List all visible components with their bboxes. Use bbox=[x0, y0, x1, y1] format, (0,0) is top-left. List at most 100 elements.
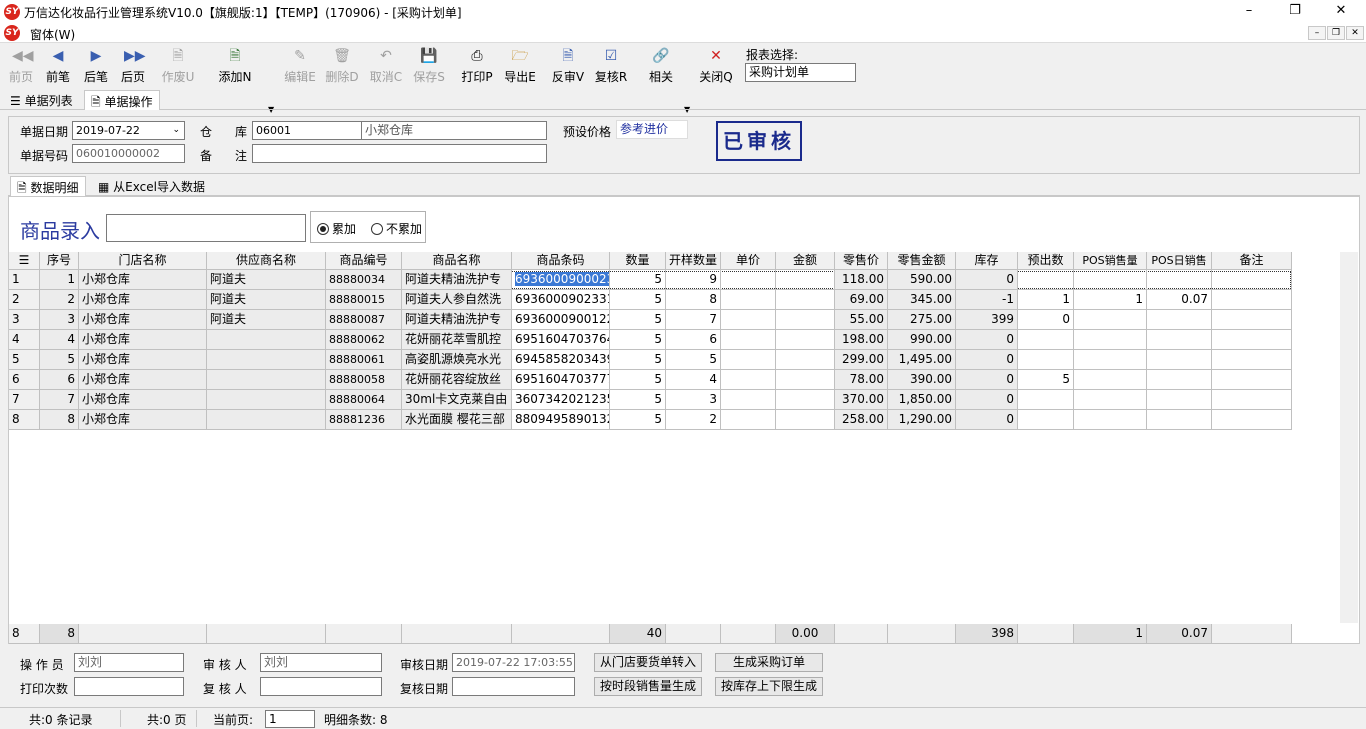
generate-by-stock-button[interactable]: 按库存上下限生成 bbox=[715, 677, 823, 696]
mdi-restore-icon[interactable]: ❐ bbox=[1327, 26, 1345, 40]
report-select[interactable]: 采购计划单 bbox=[745, 63, 856, 82]
cell-price[interactable] bbox=[721, 370, 776, 390]
cell-stock[interactable]: 0 bbox=[956, 330, 1018, 350]
cell-supplier[interactable] bbox=[207, 410, 326, 430]
cell-barcode[interactable]: 6951604703764 bbox=[512, 330, 610, 350]
cell-code[interactable]: 88880062 bbox=[326, 330, 402, 350]
cell-pos-day[interactable] bbox=[1147, 310, 1212, 330]
cell-price[interactable] bbox=[721, 390, 776, 410]
column-header[interactable]: 商品编号 bbox=[326, 252, 402, 270]
cell-name[interactable]: 阿道夫精油洗护专 bbox=[402, 310, 512, 330]
cell-barcode[interactable]: 3607342021235 bbox=[512, 390, 610, 410]
cell-pos-day[interactable]: 0.07 bbox=[1147, 290, 1212, 310]
cell-price[interactable] bbox=[721, 330, 776, 350]
void-button[interactable]: 🗎 作废U bbox=[160, 47, 196, 87]
column-header[interactable]: 库存 bbox=[956, 252, 1018, 270]
note-field[interactable] bbox=[252, 144, 547, 163]
cell-amount[interactable] bbox=[776, 350, 835, 370]
column-header[interactable]: 商品名称 bbox=[402, 252, 512, 270]
cell-sample[interactable]: 6 bbox=[666, 330, 721, 350]
table-row[interactable]: 2 2 小郑仓库 阿道夫 88880015 阿道夫人参自然洗 6936000902331 5 8… bbox=[9, 290, 1292, 310]
cell-qty[interactable]: 5 bbox=[610, 270, 666, 290]
column-header[interactable]: 商品条码 bbox=[512, 252, 610, 270]
cell-stock[interactable]: 0 bbox=[956, 350, 1018, 370]
column-header[interactable]: 单价 bbox=[721, 252, 776, 270]
cell-store[interactable]: 小郑仓库 bbox=[79, 330, 207, 350]
cell-seq[interactable]: 8 bbox=[40, 410, 79, 430]
audit-date-field[interactable]: 2019-07-22 17:03:55 bbox=[452, 653, 575, 672]
table-row[interactable]: 1 1 小郑仓库 阿道夫 88880034 阿道夫精油洗护专 6936000900023 5 9… bbox=[9, 270, 1292, 290]
cell-store[interactable]: 小郑仓库 bbox=[79, 310, 207, 330]
cell-retail[interactable]: 55.00 bbox=[835, 310, 888, 330]
cell-note[interactable] bbox=[1212, 370, 1292, 390]
cell-pos-day[interactable] bbox=[1147, 330, 1212, 350]
cell-qty[interactable]: 5 bbox=[610, 330, 666, 350]
cell-retail-amt[interactable]: 390.00 bbox=[888, 370, 956, 390]
cell-amount[interactable] bbox=[776, 330, 835, 350]
column-header[interactable]: 预出数 bbox=[1018, 252, 1074, 270]
save-button[interactable]: 💾 保存S bbox=[411, 47, 447, 87]
cell-pos-day[interactable] bbox=[1147, 350, 1212, 370]
cell-retail[interactable]: 78.00 bbox=[835, 370, 888, 390]
cell-sample[interactable]: 4 bbox=[666, 370, 721, 390]
cell-qty[interactable]: 5 bbox=[610, 370, 666, 390]
delete-button[interactable]: 🗑 删除D bbox=[324, 47, 360, 87]
preset-price-field[interactable]: 参考进价 bbox=[616, 120, 688, 139]
cell-pre[interactable] bbox=[1018, 390, 1074, 410]
cell-amount[interactable] bbox=[776, 270, 835, 290]
column-header[interactable]: POS日销售 bbox=[1147, 252, 1212, 270]
close-window-icon[interactable]: ✕ bbox=[1318, 0, 1364, 24]
cell-qty[interactable]: 5 bbox=[610, 410, 666, 430]
cell-store[interactable]: 小郑仓库 bbox=[79, 390, 207, 410]
cell-qty[interactable]: 5 bbox=[610, 290, 666, 310]
column-header[interactable]: 零售价 bbox=[835, 252, 888, 270]
cell-note[interactable] bbox=[1212, 350, 1292, 370]
warehouse-code-field[interactable]: 06001 bbox=[252, 121, 362, 140]
cell-name[interactable]: 阿道夫人参自然洗 bbox=[402, 290, 512, 310]
table-row[interactable]: 4 4 小郑仓库 88880062 花妍丽花萃雪肌控 6951604703764 5 6 198… bbox=[9, 330, 1292, 350]
cell-price[interactable] bbox=[721, 350, 776, 370]
cell-pos-day[interactable] bbox=[1147, 370, 1212, 390]
column-header[interactable]: 开样数量 bbox=[666, 252, 721, 270]
cell-supplier[interactable] bbox=[207, 370, 326, 390]
cell-code[interactable]: 88880034 bbox=[326, 270, 402, 290]
cell-retail-amt[interactable]: 345.00 bbox=[888, 290, 956, 310]
column-header[interactable]: 备注 bbox=[1212, 252, 1292, 270]
cell-pre[interactable]: 1 bbox=[1018, 290, 1074, 310]
column-header[interactable]: 供应商名称 bbox=[207, 252, 326, 270]
cell-store[interactable]: 小郑仓库 bbox=[79, 410, 207, 430]
cell-pos-day[interactable] bbox=[1147, 270, 1212, 290]
cell-store[interactable]: 小郑仓库 bbox=[79, 350, 207, 370]
table-row[interactable]: 3 3 小郑仓库 阿道夫 88880087 阿道夫精油洗护专 6936000900122 5 7… bbox=[9, 310, 1292, 330]
cell-qty[interactable]: 5 bbox=[610, 390, 666, 410]
tab-document-list[interactable]: ☰ 单据列表 bbox=[4, 90, 79, 110]
cell-note[interactable] bbox=[1212, 290, 1292, 310]
cell-name[interactable]: 30ml卡文克莱自由 bbox=[402, 390, 512, 410]
cell-pre[interactable]: 0 bbox=[1018, 310, 1074, 330]
auditor-field[interactable]: 刘刘 bbox=[260, 653, 382, 672]
cell-pos-qty[interactable] bbox=[1074, 310, 1147, 330]
cell-pos-qty[interactable] bbox=[1074, 330, 1147, 350]
cell-pos-qty[interactable] bbox=[1074, 370, 1147, 390]
vertical-scrollbar[interactable] bbox=[1340, 252, 1358, 623]
cell-stock[interactable]: 0 bbox=[956, 410, 1018, 430]
column-header[interactable]: 序号 bbox=[40, 252, 79, 270]
cell-note[interactable] bbox=[1212, 330, 1292, 350]
generate-order-button[interactable]: 生成采购订单 bbox=[715, 653, 823, 672]
cell-retail[interactable]: 370.00 bbox=[835, 390, 888, 410]
cell-amount[interactable] bbox=[776, 290, 835, 310]
review-button[interactable]: ☑ 复核R bbox=[593, 47, 629, 87]
radio-accumulate[interactable]: 累加 bbox=[317, 220, 356, 237]
last-page-button[interactable]: ▶▶ 后页 bbox=[118, 47, 148, 87]
current-page-input[interactable]: 1 bbox=[265, 710, 315, 728]
cell-qty[interactable]: 5 bbox=[610, 350, 666, 370]
cell-name[interactable]: 水光面膜 樱花三部 bbox=[402, 410, 512, 430]
cell-price[interactable] bbox=[721, 290, 776, 310]
cell-amount[interactable] bbox=[776, 390, 835, 410]
cell-barcode[interactable]: 6936000900122 bbox=[512, 310, 610, 330]
cell-name[interactable]: 花妍丽花容绽放丝 bbox=[402, 370, 512, 390]
column-header[interactable]: POS销售量 bbox=[1074, 252, 1147, 270]
tab-excel-import[interactable]: ▦ 从Excel导入数据 bbox=[92, 176, 211, 196]
column-header[interactable]: 门店名称 bbox=[79, 252, 207, 270]
cell-sample[interactable]: 2 bbox=[666, 410, 721, 430]
